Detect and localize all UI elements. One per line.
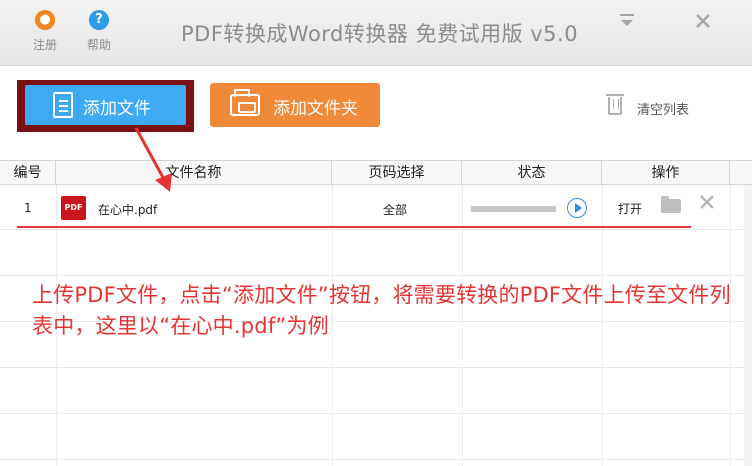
- annotation-text: 上传PDF文件，点击“添加文件”按钮，将需要转换的PDF文件上传至文件列表中，这…: [32, 283, 731, 338]
- annotation-arrow: [134, 127, 172, 192]
